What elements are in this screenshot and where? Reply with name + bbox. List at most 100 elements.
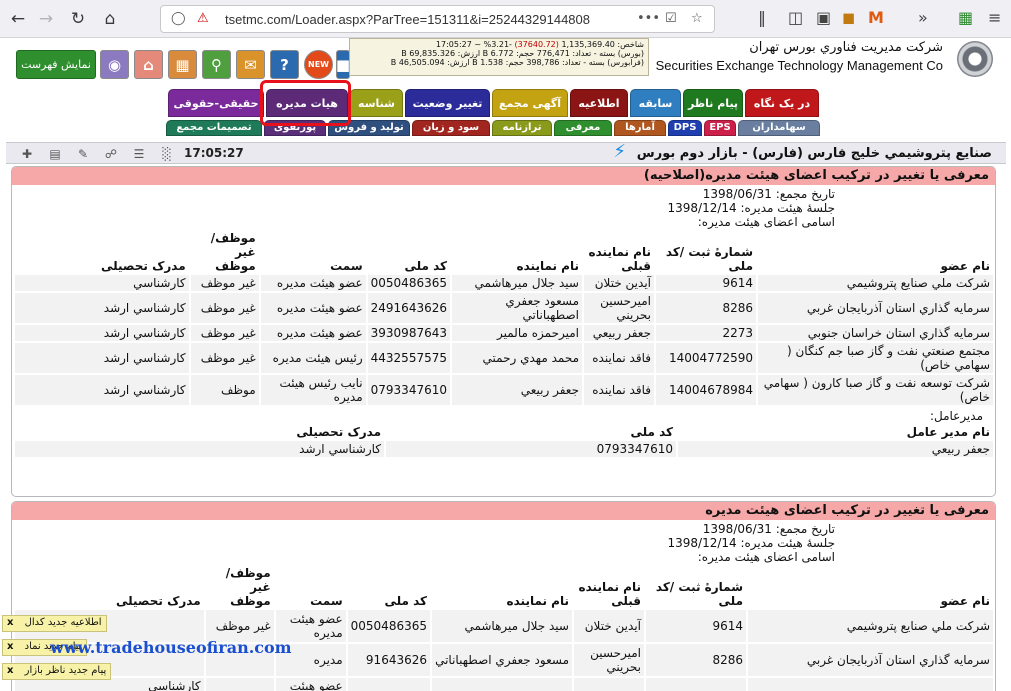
tab-balance-sheet[interactable]: ترازنامه xyxy=(492,120,552,136)
close-icon[interactable]: x xyxy=(7,617,13,628)
globe-icon[interactable]: ◉ xyxy=(100,50,129,79)
close-icon[interactable]: x xyxy=(7,641,13,652)
grid-icon[interactable]: ▦ xyxy=(168,50,197,79)
col-ceo-degree: مدرک تحصیلی xyxy=(296,425,381,439)
cell: کارشناسي xyxy=(15,275,189,291)
list-icon[interactable]: ☰ xyxy=(130,146,148,162)
cell: 4432557575 xyxy=(367,343,450,373)
new-badge-icon[interactable]: NEW xyxy=(304,50,333,79)
close-icon[interactable]: x xyxy=(7,665,13,676)
watermark-text: www.tradehouseofiran.com xyxy=(50,638,292,657)
document-icon[interactable]: ▤ xyxy=(46,146,64,162)
cell: 8286 xyxy=(646,644,746,676)
tsetmc-logo xyxy=(957,41,993,77)
pocket-icon[interactable]: ☑ xyxy=(665,11,677,26)
tab-assembly-notice[interactable]: آگهی مجمع xyxy=(492,89,568,117)
col-representative: نام نماینده xyxy=(516,259,579,273)
assembly-date: تاریخ مجمع: 1398/06/31 xyxy=(702,187,835,201)
table-row: شرکت ملي صنايع پتروشيمي 9614 آيدين ختلان… xyxy=(15,275,993,291)
cell: 3930987643 xyxy=(367,325,450,341)
cell xyxy=(574,678,644,691)
ticker-percent-time: -3.21% ~ 17:05:27 xyxy=(435,40,512,49)
chart-bars-icon[interactable]: ░ xyxy=(158,146,176,162)
cell: مسعود جعفري اصطهباناتي xyxy=(452,293,582,323)
tab-overview[interactable]: در یک نگاه xyxy=(745,89,819,117)
bookmark-star-icon[interactable]: ☆ xyxy=(691,11,703,26)
cell: آيدين ختلان xyxy=(574,610,644,642)
cell: اميرحمزه مالمير xyxy=(452,325,582,341)
members-title: اسامی اعضای هیئت مدیره: xyxy=(697,215,835,229)
col-ceo-name: نام مدیر عامل xyxy=(906,425,990,439)
edit-icon[interactable]: ✎ xyxy=(74,146,92,162)
back-icon[interactable]: ← xyxy=(6,7,30,31)
cell: جعفر ربيعي xyxy=(678,441,993,457)
tab-identity[interactable]: شناسه xyxy=(350,89,403,117)
reload-icon[interactable]: ↻ xyxy=(66,7,90,31)
cell xyxy=(748,678,993,691)
panel-heading: معرفی یا تغییر در ترکیب اعضای هیئت مدیره xyxy=(12,502,995,520)
market-ticker: شاخص: 1,135,369.40 (37640.72) -3.21% ~ 1… xyxy=(349,38,649,76)
symbol-title: صنايع پتروشيمي خليج فارس (فارس) - بازار … xyxy=(636,146,992,161)
ticker-bourse: (بورس) بسته - تعداد: 776,471 حجم: 6.772 … xyxy=(401,49,644,58)
home-icon[interactable]: ⌂ xyxy=(98,7,122,31)
url-text[interactable]: tsetmc.com/Loader.aspx?ParTree=151311&i=… xyxy=(225,12,635,27)
show-list-button[interactable]: نمايش فهرست xyxy=(16,50,96,79)
tab-assembly-decisions[interactable]: تصمیمات مجمع xyxy=(166,120,262,136)
help-icon[interactable]: ? xyxy=(270,50,299,79)
cell: نايب رئيس هيئت مديره xyxy=(260,375,366,405)
ceo-row: جعفر ربيعي 0793347610 کارشناسي ارشد xyxy=(15,441,993,457)
chat-icon[interactable]: ✉ xyxy=(236,50,265,79)
tab-eps[interactable]: EPS xyxy=(704,120,736,136)
site-title-en: Securities Exchange Technology Managemen… xyxy=(655,58,943,73)
tab-real-legal[interactable]: حقیقی-حقوقی xyxy=(168,89,264,117)
overflow-chevron-icon[interactable]: » xyxy=(918,8,928,27)
search-icon[interactable]: ⚲ xyxy=(202,50,231,79)
cell: 8286 xyxy=(656,293,756,323)
tab-supervisor-message[interactable]: پیام ناظر xyxy=(683,89,743,117)
screenshot-icon[interactable]: ▣ xyxy=(816,8,831,27)
browser-toolbar: ← → ↻ ⌂ ◯ ⚠ tsetmc.com/Loader.aspx?ParTr… xyxy=(0,0,1011,38)
cell: کارشناسي ارشد xyxy=(15,343,189,373)
tab-status-change[interactable]: تغییر وضعیت xyxy=(405,89,490,117)
col-registration-no: شمارهٔ ثبت /کد ملی xyxy=(655,580,743,608)
forward-icon[interactable]: → xyxy=(34,7,58,31)
addon-m-icon[interactable]: M xyxy=(868,8,884,27)
library-icon[interactable]: ‖ xyxy=(758,8,766,27)
cell: 9614 xyxy=(646,610,746,642)
menu-icon[interactable]: ≡ xyxy=(988,8,1001,27)
cell xyxy=(646,678,746,691)
insecure-lock-icon[interactable]: ⚠ xyxy=(197,11,209,26)
home-site-icon[interactable]: ⌂ xyxy=(134,50,163,79)
col-degree: مدرک تحصیلی xyxy=(115,594,201,608)
notification-supervisor[interactable]: پیام جدید ناظر بازار x xyxy=(2,663,112,680)
address-bar[interactable]: ◯ ⚠ tsetmc.com/Loader.aspx?ParTree=15131… xyxy=(160,5,715,33)
col-member-name: نام عضو xyxy=(940,259,990,273)
table-row: مجتمع صنعتي نفت و گاز صبا جم کنگان ( سها… xyxy=(15,343,993,373)
extensions-puzzle-icon[interactable]: ▦ xyxy=(958,8,973,27)
cell: غير موظف xyxy=(190,325,259,341)
notification-codal[interactable]: اطلاعیه جدید کدال x xyxy=(2,615,107,632)
more-icon[interactable]: ••• xyxy=(637,11,660,26)
cell xyxy=(432,678,572,691)
highlight-annotation xyxy=(260,80,351,126)
cell: شرکت ملي صنايع پتروشيمي xyxy=(758,275,993,291)
sidebar-icon[interactable]: ◫ xyxy=(788,8,803,27)
tab-shareholders[interactable]: سهامداران xyxy=(738,120,820,136)
cell: غير موظف xyxy=(190,275,259,291)
panel-heading: معرفی یا تغییر در ترکیب اعضای هیئت مدیره… xyxy=(12,167,995,185)
add-icon[interactable]: ✚ xyxy=(18,146,36,162)
cell: فاقد نماينده xyxy=(584,343,654,373)
col-representative: نام نماینده xyxy=(506,594,569,608)
cell: عضو هيئت مديره xyxy=(260,325,366,341)
tab-profit-loss[interactable]: سود و زیان xyxy=(412,120,490,136)
phone-icon[interactable]: ■ xyxy=(336,50,350,79)
tab-dps[interactable]: DPS xyxy=(668,120,702,136)
network-icon[interactable]: ☍ xyxy=(102,146,120,162)
cell: غير موظف xyxy=(190,343,259,373)
tab-statistics[interactable]: آمارها xyxy=(614,120,666,136)
tab-introduction[interactable]: معرفی xyxy=(554,120,612,136)
cell: سرمايه گذاري استان آذربايجان غربي xyxy=(758,293,993,323)
tab-announcement[interactable]: اطلاعیه xyxy=(570,89,628,117)
extension-icon[interactable]: ◼ xyxy=(842,8,855,27)
tab-history[interactable]: سابقه xyxy=(630,89,681,117)
